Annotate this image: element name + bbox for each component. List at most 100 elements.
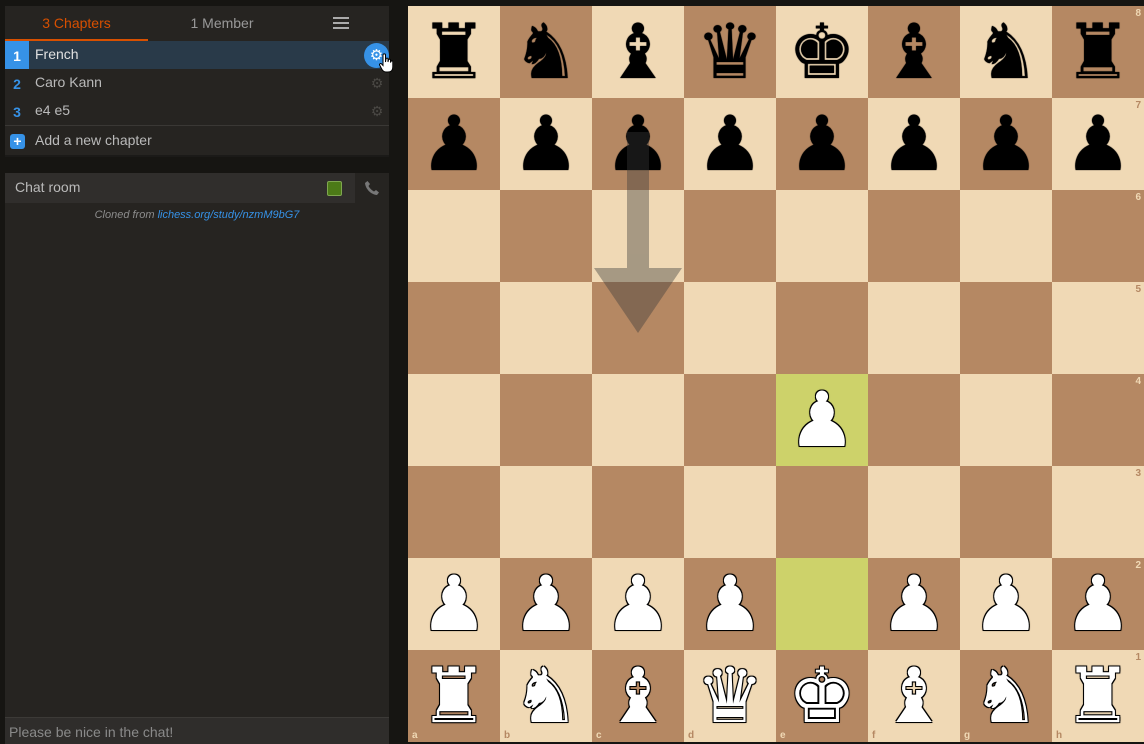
white-pawn-icon[interactable]: ♟ bbox=[960, 558, 1052, 650]
square-b2[interactable]: ♟ bbox=[500, 558, 592, 650]
add-chapter-button[interactable]: + Add a new chapter bbox=[5, 125, 389, 155]
tab-chapters[interactable]: 3 Chapters bbox=[5, 6, 148, 41]
chapter-item-e4-e5[interactable]: 3 e4 e5 ⚙ bbox=[5, 97, 389, 125]
white-bishop-icon[interactable]: ♝ bbox=[592, 650, 684, 742]
square-f8[interactable]: ♝ bbox=[868, 6, 960, 98]
white-rook-icon[interactable]: ♜ bbox=[1052, 650, 1144, 742]
chat-input[interactable]: Please be nice in the chat! bbox=[5, 717, 389, 744]
square-a6[interactable] bbox=[408, 190, 500, 282]
black-pawn-icon[interactable]: ♟ bbox=[1052, 98, 1144, 190]
black-pawn-icon[interactable]: ♟ bbox=[868, 98, 960, 190]
black-pawn-icon[interactable]: ♟ bbox=[776, 98, 868, 190]
square-d5[interactable] bbox=[684, 282, 776, 374]
square-a1[interactable]: ♜ a bbox=[408, 650, 500, 742]
square-g3[interactable] bbox=[960, 466, 1052, 558]
square-c1[interactable]: ♝ c bbox=[592, 650, 684, 742]
square-f3[interactable] bbox=[868, 466, 960, 558]
square-f7[interactable]: ♟ bbox=[868, 98, 960, 190]
square-f5[interactable] bbox=[868, 282, 960, 374]
white-pawn-icon[interactable]: ♟ bbox=[408, 558, 500, 650]
square-h2[interactable]: ♟ 2 bbox=[1052, 558, 1144, 650]
gear-icon[interactable]: ⚙ bbox=[369, 103, 385, 119]
square-b7[interactable]: ♟ bbox=[500, 98, 592, 190]
square-g6[interactable] bbox=[960, 190, 1052, 282]
white-queen-icon[interactable]: ♛ bbox=[684, 650, 776, 742]
square-a4[interactable] bbox=[408, 374, 500, 466]
square-b5[interactable] bbox=[500, 282, 592, 374]
square-c7[interactable]: ♟ bbox=[592, 98, 684, 190]
square-e2[interactable] bbox=[776, 558, 868, 650]
white-knight-icon[interactable]: ♞ bbox=[500, 650, 592, 742]
black-knight-icon[interactable]: ♞ bbox=[500, 6, 592, 98]
square-g5[interactable] bbox=[960, 282, 1052, 374]
square-b1[interactable]: ♞ b bbox=[500, 650, 592, 742]
chapter-item-caro-kann[interactable]: 2 Caro Kann ⚙ bbox=[5, 69, 389, 97]
square-c2[interactable]: ♟ bbox=[592, 558, 684, 650]
square-e5[interactable] bbox=[776, 282, 868, 374]
square-g4[interactable] bbox=[960, 374, 1052, 466]
hamburger-icon[interactable] bbox=[323, 6, 359, 41]
square-f6[interactable] bbox=[868, 190, 960, 282]
square-f2[interactable]: ♟ bbox=[868, 558, 960, 650]
cloned-from-link[interactable]: lichess.org/study/nzmM9bG7 bbox=[158, 209, 300, 221]
square-h5[interactable]: 5 bbox=[1052, 282, 1144, 374]
square-a2[interactable]: ♟ bbox=[408, 558, 500, 650]
square-b4[interactable] bbox=[500, 374, 592, 466]
white-knight-icon[interactable]: ♞ bbox=[960, 650, 1052, 742]
chess-board[interactable]: ♜ ♞ ♝ ♛ ♚ ♝ ♞ ♜ 8 ♟ ♟ ♟ ♟ ♟ ♟ ♟ ♟ 7 6 5 ♟ 4 3 ♟ ♟ ♟ ♟ ♟ ♟ ♟ 2 ♜ a ♞ b ♝ c ♛ d ♚… bbox=[408, 6, 1144, 742]
square-g7[interactable]: ♟ bbox=[960, 98, 1052, 190]
square-e8[interactable]: ♚ bbox=[776, 6, 868, 98]
black-bishop-icon[interactable]: ♝ bbox=[868, 6, 960, 98]
square-d1[interactable]: ♛ d bbox=[684, 650, 776, 742]
square-d8[interactable]: ♛ bbox=[684, 6, 776, 98]
square-a8[interactable]: ♜ bbox=[408, 6, 500, 98]
square-c4[interactable] bbox=[592, 374, 684, 466]
white-pawn-icon[interactable]: ♟ bbox=[684, 558, 776, 650]
white-pawn-icon[interactable]: ♟ bbox=[776, 374, 868, 466]
phone-icon[interactable] bbox=[355, 173, 389, 203]
black-rook-icon[interactable]: ♜ bbox=[1052, 6, 1144, 98]
black-pawn-icon[interactable]: ♟ bbox=[408, 98, 500, 190]
square-h1[interactable]: ♜ 1 h bbox=[1052, 650, 1144, 742]
white-rook-icon[interactable]: ♜ bbox=[408, 650, 500, 742]
square-b6[interactable] bbox=[500, 190, 592, 282]
black-queen-icon[interactable]: ♛ bbox=[684, 6, 776, 98]
square-h3[interactable]: 3 bbox=[1052, 466, 1144, 558]
white-king-icon[interactable]: ♚ bbox=[776, 650, 868, 742]
square-c8[interactable]: ♝ bbox=[592, 6, 684, 98]
square-d6[interactable] bbox=[684, 190, 776, 282]
square-e1[interactable]: ♚ e bbox=[776, 650, 868, 742]
black-king-icon[interactable]: ♚ bbox=[776, 6, 868, 98]
white-pawn-icon[interactable]: ♟ bbox=[868, 558, 960, 650]
black-pawn-icon[interactable]: ♟ bbox=[592, 98, 684, 190]
square-b3[interactable] bbox=[500, 466, 592, 558]
square-d4[interactable] bbox=[684, 374, 776, 466]
black-rook-icon[interactable]: ♜ bbox=[408, 6, 500, 98]
tab-members[interactable]: 1 Member bbox=[148, 6, 296, 41]
square-c3[interactable] bbox=[592, 466, 684, 558]
chat-enable-toggle[interactable] bbox=[327, 181, 342, 196]
square-a3[interactable] bbox=[408, 466, 500, 558]
square-f4[interactable] bbox=[868, 374, 960, 466]
square-h7[interactable]: ♟ 7 bbox=[1052, 98, 1144, 190]
square-e3[interactable] bbox=[776, 466, 868, 558]
black-pawn-icon[interactable]: ♟ bbox=[500, 98, 592, 190]
square-c6[interactable] bbox=[592, 190, 684, 282]
square-f1[interactable]: ♝ f bbox=[868, 650, 960, 742]
black-bishop-icon[interactable]: ♝ bbox=[592, 6, 684, 98]
chapter-item-french[interactable]: 1 French ⚙ bbox=[5, 41, 393, 73]
square-h4[interactable]: 4 bbox=[1052, 374, 1144, 466]
square-b8[interactable]: ♞ bbox=[500, 6, 592, 98]
square-e4[interactable]: ♟ bbox=[776, 374, 868, 466]
white-pawn-icon[interactable]: ♟ bbox=[1052, 558, 1144, 650]
square-e7[interactable]: ♟ bbox=[776, 98, 868, 190]
black-knight-icon[interactable]: ♞ bbox=[960, 6, 1052, 98]
white-pawn-icon[interactable]: ♟ bbox=[592, 558, 684, 650]
white-bishop-icon[interactable]: ♝ bbox=[868, 650, 960, 742]
square-d7[interactable]: ♟ bbox=[684, 98, 776, 190]
square-d2[interactable]: ♟ bbox=[684, 558, 776, 650]
square-d3[interactable] bbox=[684, 466, 776, 558]
square-g2[interactable]: ♟ bbox=[960, 558, 1052, 650]
square-a7[interactable]: ♟ bbox=[408, 98, 500, 190]
black-pawn-icon[interactable]: ♟ bbox=[684, 98, 776, 190]
